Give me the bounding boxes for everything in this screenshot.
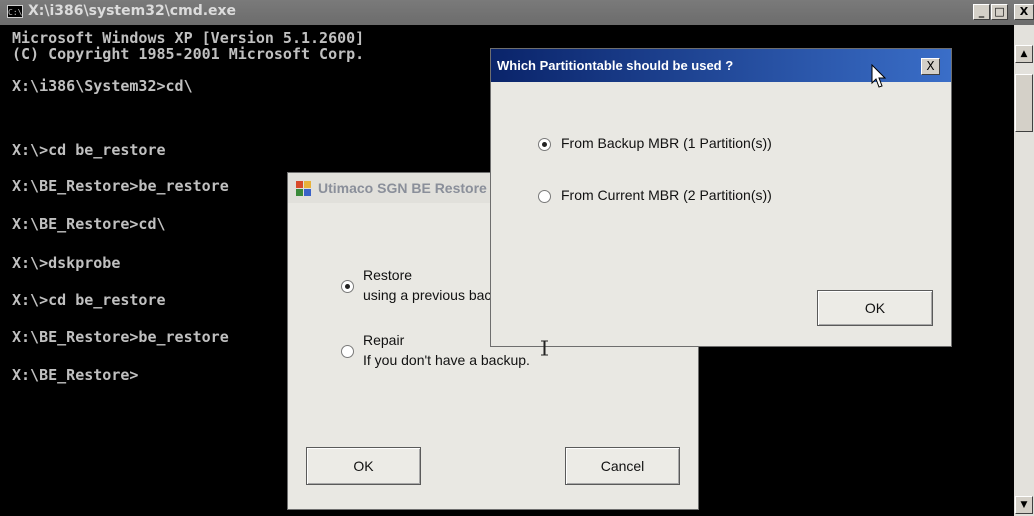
maximize-button[interactable]: □ (991, 4, 1008, 20)
scroll-up-button[interactable]: ▲ (1015, 45, 1033, 63)
console-line: X:\>dskprobe (12, 254, 121, 272)
console-line: X:\BE_Restore>be_restore (12, 328, 229, 346)
text-cursor-icon (541, 340, 548, 356)
utimaco-title: Utimaco SGN BE Restore (318, 180, 487, 196)
partition-ok-button[interactable]: OK (817, 290, 933, 326)
console-line: X:\>cd be_restore (12, 141, 166, 159)
cmd-title: X:\i386\system32\cmd.exe (28, 3, 237, 19)
console-line: X:\BE_Restore>cd\ (12, 215, 166, 233)
minimize-button[interactable]: _ (973, 4, 990, 20)
console-line: Microsoft Windows XP [Version 5.1.2600] (12, 29, 365, 47)
current-mbr-label: From Current MBR (2 Partition(s)) (561, 187, 772, 203)
current-mbr-radio[interactable] (538, 190, 551, 203)
restore-label: Restore (363, 267, 413, 283)
console-line: X:\BE_Restore>be_restore (12, 177, 229, 195)
console-output[interactable]: Microsoft Windows XP [Version 5.1.2600] … (12, 30, 364, 383)
scroll-thumb[interactable] (1015, 74, 1033, 132)
repair-label: Repair (363, 332, 405, 348)
console-prompt: X:\BE_Restore> (12, 366, 139, 384)
cmd-title-bar[interactable]: C:\ X:\i386\system32\cmd.exe _ □ X (0, 0, 1034, 25)
restore-radio[interactable] (341, 280, 354, 293)
cmd-icon: C:\ (7, 5, 23, 18)
ok-button[interactable]: OK (306, 447, 421, 485)
partition-table-dialog: Which Partitiontable should be used ? X … (490, 48, 952, 347)
console-line: (C) Copyright 1985-2001 Microsoft Corp. (12, 45, 365, 63)
console-scrollbar[interactable]: ▲ ▼ (1014, 25, 1034, 516)
scroll-down-button[interactable]: ▼ (1015, 496, 1033, 514)
repair-description: If you don't have a backup. (363, 352, 530, 368)
close-button[interactable]: X (1014, 4, 1034, 20)
mouse-pointer-icon (871, 64, 887, 88)
partition-close-button[interactable]: X (921, 58, 940, 75)
app-icon (296, 181, 312, 197)
cancel-button[interactable]: Cancel (565, 447, 680, 485)
partition-dialog-title: Which Partitiontable should be used ? (497, 58, 734, 73)
console-line: X:\>cd be_restore (12, 291, 166, 309)
backup-mbr-label: From Backup MBR (1 Partition(s)) (561, 135, 772, 151)
backup-mbr-radio[interactable] (538, 138, 551, 151)
repair-radio[interactable] (341, 345, 354, 358)
console-line: X:\i386\System32>cd\ (12, 77, 193, 95)
